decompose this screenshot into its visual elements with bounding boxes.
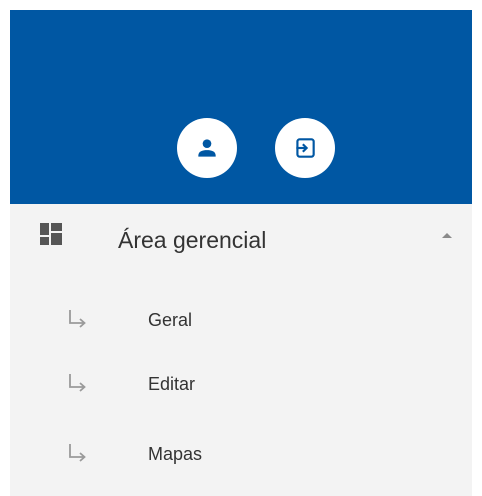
menu-item-editar[interactable]: Editar [10,356,472,412]
logout-button[interactable] [275,118,335,178]
subdirectory-arrow-right-icon [69,310,86,328]
menu-section-title: Área gerencial [118,227,267,253]
menu-item-mapas[interactable]: Mapas [10,426,472,482]
page: Área gerencial Geral Editar Mapas [0,0,482,496]
person-icon [198,139,216,157]
subdirectory-arrow-right-icon [69,444,86,462]
header-banner [10,10,472,204]
subdirectory-arrow-right-icon [69,374,86,392]
side-menu: Área gerencial Geral Editar Mapas [10,204,472,496]
profile-button[interactable] [177,118,237,178]
menu-item-geral[interactable]: Geral [10,292,472,348]
menu-item-label: Geral [148,310,193,330]
logout-icon [296,138,315,158]
menu-section-area-gerencial[interactable]: Área gerencial [10,204,472,276]
menu-item-label: Editar [148,374,196,394]
chevron-up-icon[interactable] [442,233,452,238]
menu-item-label: Mapas [148,444,203,464]
dashboard-icon [40,223,62,245]
